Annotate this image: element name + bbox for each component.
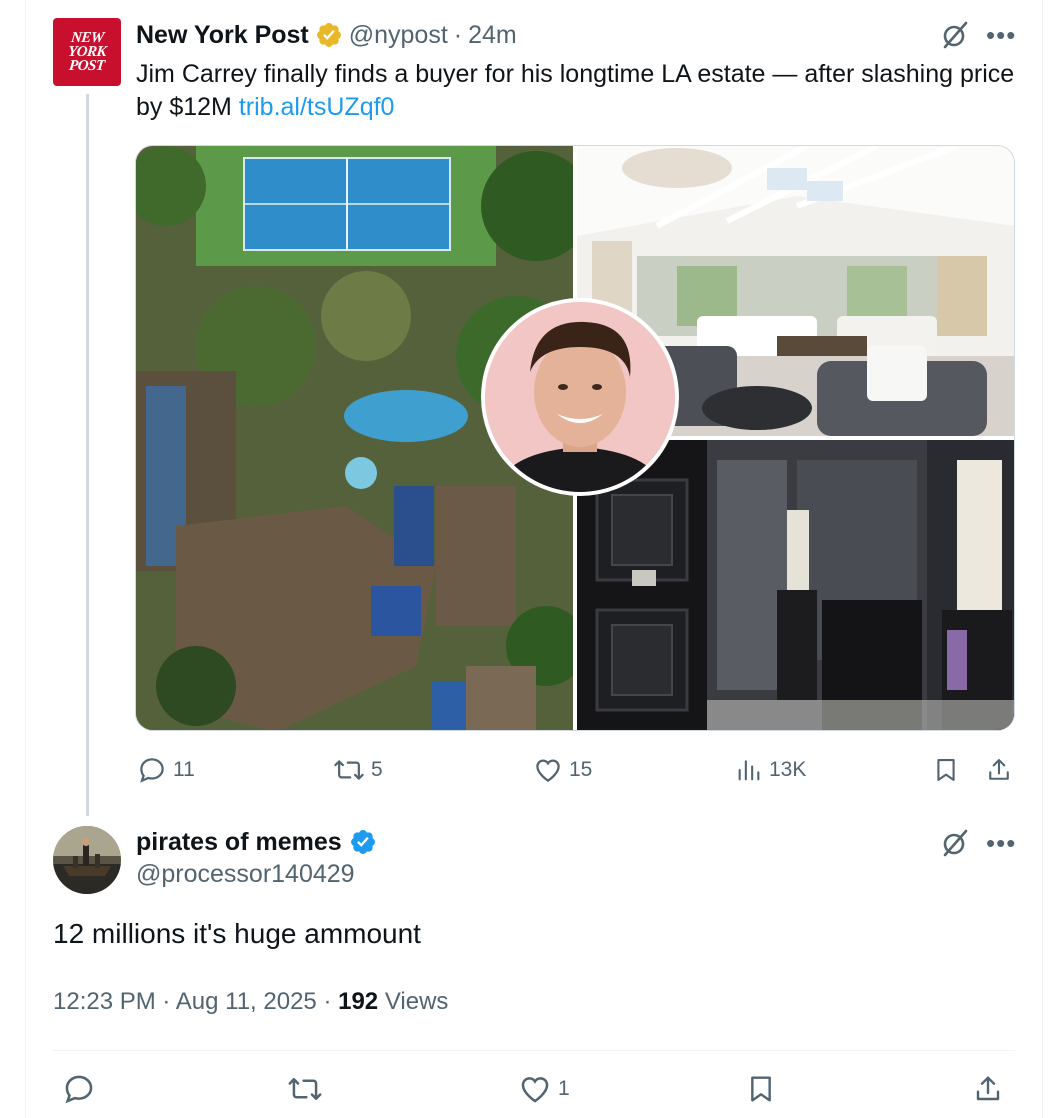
timeline-right-border xyxy=(1042,0,1043,1118)
grok-icon[interactable] xyxy=(940,20,970,50)
share-icon xyxy=(976,1076,1000,1101)
avatar-text-line: NEW xyxy=(69,30,105,46)
bookmark-icon xyxy=(751,1076,771,1102)
meta-separator: · xyxy=(453,20,463,49)
reply-display-name[interactable]: pirates of memes xyxy=(136,828,342,857)
reply-handle[interactable]: @processor140429 xyxy=(136,860,355,889)
reply-author-avatar[interactable] xyxy=(53,826,121,894)
like-count: 15 xyxy=(569,758,593,781)
reply-meta-row: 12:23 PM · Aug 11, 2025 · 192 Views xyxy=(53,988,448,1016)
meta-separator: · xyxy=(162,988,171,1015)
bookmark-button[interactable] xyxy=(745,1072,777,1106)
more-icon[interactable]: ••• xyxy=(986,20,1016,50)
like-icon xyxy=(521,1077,549,1103)
verified-blue-icon xyxy=(350,830,375,854)
repost-button[interactable] xyxy=(287,1072,323,1106)
reply-tweet-text: 12 millions it's huge ammount xyxy=(53,918,421,949)
like-icon xyxy=(536,759,560,782)
avatar-painting-image xyxy=(53,826,121,894)
repost-icon xyxy=(334,760,364,780)
reply-views-count: 192 xyxy=(338,988,379,1015)
like-count: 1 xyxy=(558,1077,570,1100)
parent-handle[interactable]: @nypost xyxy=(349,21,448,50)
more-icon[interactable]: ••• xyxy=(986,828,1016,858)
meta-separator: · xyxy=(323,988,332,1015)
bathroom-photo xyxy=(577,440,1014,730)
reply-top-actions xyxy=(940,828,970,858)
views-icon xyxy=(738,760,760,781)
bookmark-icon xyxy=(937,759,955,781)
bookmark-button[interactable] xyxy=(932,755,960,785)
nypost-avatar[interactable]: NEW YORK POST xyxy=(53,18,121,86)
portrait-illustration xyxy=(485,302,675,492)
reply-views-label: Views xyxy=(384,988,449,1015)
grok-icon[interactable] xyxy=(940,828,970,858)
parent-tweet-text: Jim Carrey finally finds a buyer for his… xyxy=(136,58,1016,124)
views-count: 13K xyxy=(769,758,807,781)
parent-more-wrap: ••• xyxy=(986,20,1016,50)
like-button[interactable]: 15 xyxy=(533,755,592,785)
timeline-left-border xyxy=(25,0,26,1118)
share-button[interactable] xyxy=(972,1072,1004,1106)
repost-button[interactable]: 5 xyxy=(333,755,383,785)
like-button[interactable]: 1 xyxy=(518,1072,570,1106)
parent-author-row: New York Post @nypost · 24m xyxy=(136,18,517,52)
reply-button[interactable]: 11 xyxy=(137,755,195,785)
reply-count: 11 xyxy=(173,758,195,781)
reply-more-wrap: ••• xyxy=(986,828,1016,858)
reply-icon xyxy=(65,1075,93,1104)
reply-time[interactable]: 12:23 PM xyxy=(53,988,156,1015)
repost-count: 5 xyxy=(371,758,383,781)
parent-top-actions xyxy=(940,20,970,50)
share-button[interactable] xyxy=(985,755,1013,785)
portrait-circle-photo xyxy=(481,298,679,496)
bathroom-illustration xyxy=(577,440,1014,730)
reply-divider xyxy=(53,1050,1015,1051)
parent-display-name[interactable]: New York Post xyxy=(136,21,309,50)
thread-connector-line xyxy=(86,94,89,816)
reply-icon xyxy=(140,758,164,783)
reply-button[interactable] xyxy=(62,1072,96,1106)
tweet-media-image[interactable] xyxy=(135,145,1015,731)
parent-timestamp[interactable]: 24m xyxy=(468,21,517,50)
reply-author-row: pirates of memes xyxy=(136,826,377,858)
repost-icon xyxy=(288,1078,322,1100)
views-button[interactable]: 13K xyxy=(735,755,806,785)
share-icon xyxy=(989,759,1009,780)
avatar-text-line: YORK xyxy=(67,44,107,60)
avatar-text-line: POST xyxy=(68,58,106,74)
verified-gold-icon xyxy=(316,23,341,47)
parent-tweet-link[interactable]: trib.al/tsUZqf0 xyxy=(239,93,395,121)
reply-date[interactable]: Aug 11, 2025 xyxy=(176,988,317,1015)
